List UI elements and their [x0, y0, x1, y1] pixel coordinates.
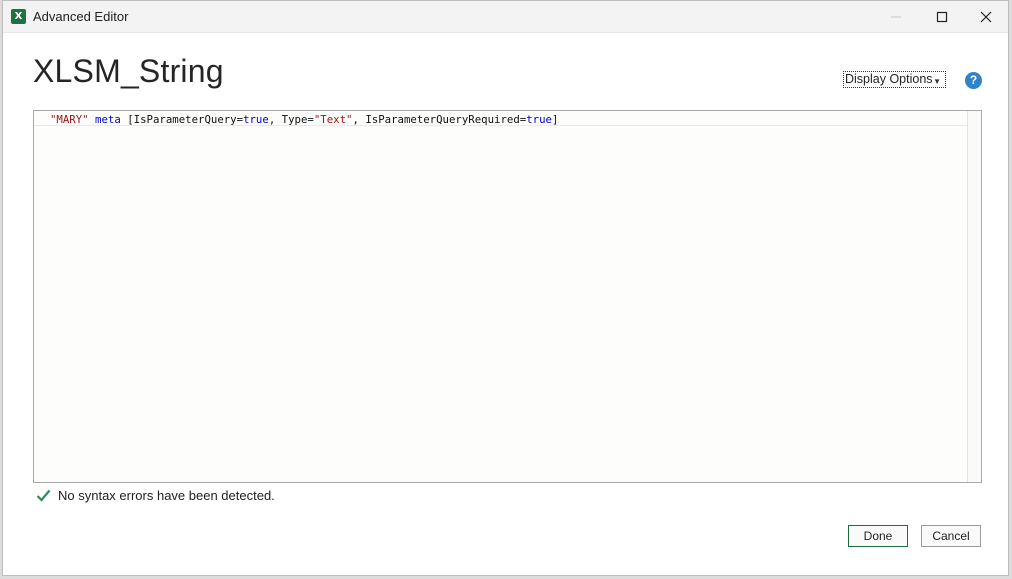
advanced-editor-window: X Advanced Editor XLSM_String Display Op… — [2, 0, 1009, 576]
minimize-icon — [891, 16, 901, 18]
editor-scrollbar[interactable] — [967, 111, 981, 482]
close-button[interactable] — [963, 1, 1009, 32]
excel-icon: X — [11, 9, 26, 24]
maximize-button[interactable] — [919, 1, 965, 32]
cancel-button[interactable]: Cancel — [921, 525, 981, 547]
title-bar: X Advanced Editor — [3, 1, 1008, 33]
code-token-text: , IsParameterQueryRequired= — [352, 113, 527, 126]
code-token-text: [IsParameterQuery= — [120, 113, 244, 126]
checkmark-icon — [36, 489, 51, 502]
close-icon — [980, 11, 992, 23]
syntax-status-message: No syntax errors have been detected. — [58, 488, 275, 503]
code-token-keyword: meta — [95, 113, 121, 126]
code-token-keyword: true — [243, 113, 269, 126]
window-title: Advanced Editor — [33, 9, 129, 24]
code-editor[interactable]: "MARY" meta [IsParameterQuery=true, Type… — [33, 110, 982, 483]
chevron-down-icon: ▼ — [933, 77, 941, 86]
display-options-dropdown[interactable]: Display Options ▼ — [843, 71, 946, 88]
code-token-text: , Type= — [268, 113, 314, 126]
code-token-text: ] — [551, 113, 559, 126]
minimize-button[interactable] — [873, 1, 919, 32]
display-options-label: Display Options — [845, 72, 933, 86]
help-icon[interactable]: ? — [965, 72, 982, 89]
code-token-keyword: true — [526, 113, 552, 126]
code-token-string: "Text" — [313, 113, 353, 126]
code-token-string: "MARY" — [50, 113, 89, 126]
maximize-icon — [936, 11, 948, 23]
done-button[interactable]: Done — [848, 525, 908, 547]
query-name-title: XLSM_String — [33, 53, 224, 89]
code-line-1[interactable]: "MARY" meta [IsParameterQuery=true, Type… — [34, 112, 968, 126]
